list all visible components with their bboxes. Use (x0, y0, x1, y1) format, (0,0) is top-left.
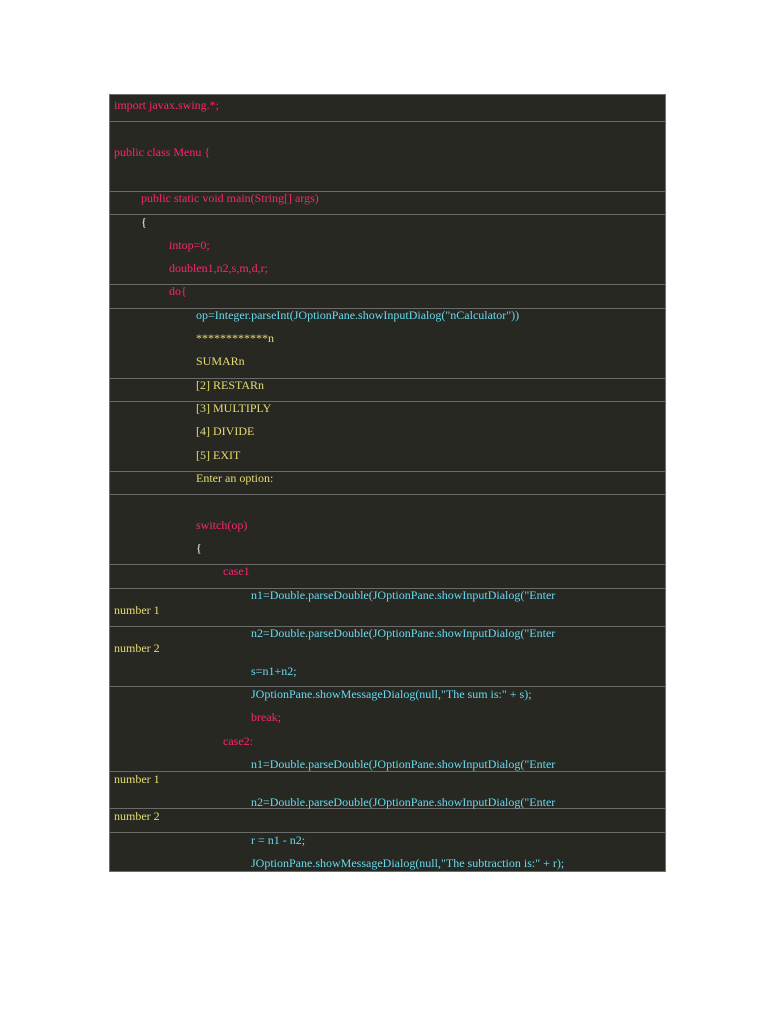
code-line: case2: (223, 734, 253, 748)
row-separator (110, 494, 665, 495)
row-separator (110, 771, 665, 772)
code-line: [2] RESTARn (196, 378, 265, 392)
row-separator (110, 284, 665, 285)
code-line: [4] DIVIDE (196, 424, 255, 438)
code-line: JOptionPane.showMessageDialog(null,"The … (251, 856, 565, 870)
code-line: n2=Double.parseDouble(JOptionPane.showIn… (251, 626, 556, 640)
row-separator (110, 401, 665, 402)
code-line: [3] MULTIPLY (196, 401, 272, 415)
code-line: import javax.swing.*; (114, 98, 219, 112)
code-line: switch(op) (196, 518, 248, 532)
row-separator (110, 471, 665, 472)
code-line: doublen1,n2,s,m,d,r; (169, 261, 268, 275)
code-line: n1=Double.parseDouble(JOptionPane.showIn… (251, 588, 556, 602)
code-line: SUMARn (196, 354, 245, 368)
code-line: n2=Double.parseDouble(JOptionPane.showIn… (251, 795, 556, 809)
code-line: number 1 (114, 772, 160, 786)
code-line: number 1 (114, 603, 160, 617)
row-separator (110, 832, 665, 833)
code-line: Enter an option: (196, 471, 274, 485)
row-separator (110, 564, 665, 565)
row-separator (110, 378, 665, 379)
code-line: number 2 (114, 809, 160, 823)
code-line: r = n1 - n2; (251, 833, 306, 847)
code-line: ************n (196, 331, 274, 345)
code-line: case1 (223, 564, 250, 578)
code-line: s=n1+n2; (251, 664, 297, 678)
code-line: public class Menu { (114, 145, 211, 159)
code-line: number 2 (114, 641, 160, 655)
code-line: intop=0; (169, 238, 210, 252)
code-line: break; (251, 710, 281, 724)
row-separator (110, 214, 665, 215)
code-line: public static void main(String[] args) (141, 191, 319, 205)
code-line: n1=Double.parseDouble(JOptionPane.showIn… (251, 757, 556, 771)
code-line: { (196, 541, 202, 555)
code-line: [5] EXIT (196, 448, 241, 462)
code-block: import javax.swing.*; public class Menu … (109, 94, 666, 872)
code-line: op=Integer.parseInt(JOptionPane.showInpu… (196, 308, 520, 322)
code-line: JOptionPane.showMessageDialog(null,"The … (251, 687, 532, 701)
row-separator (110, 121, 665, 122)
code-line: { (141, 215, 147, 229)
code-line: do{ (169, 284, 187, 298)
